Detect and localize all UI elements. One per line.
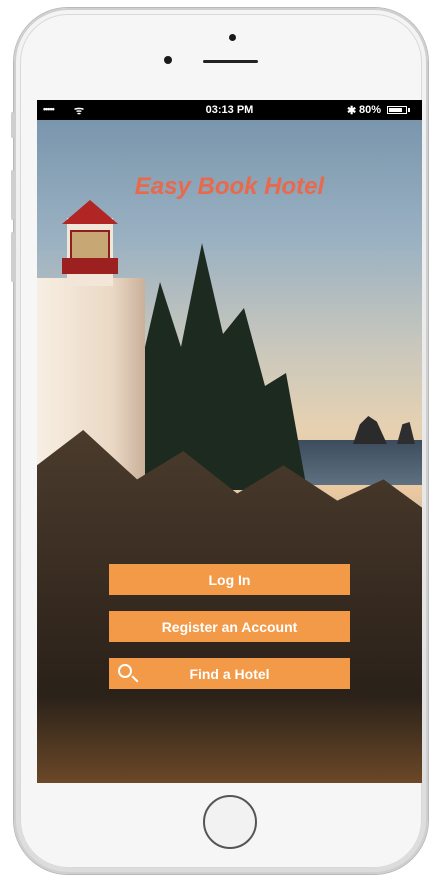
register-button[interactable]: Register an Account	[109, 611, 350, 642]
lighthouse-lamp	[70, 230, 110, 260]
volume-down-button	[11, 232, 14, 282]
battery-icon	[387, 106, 407, 114]
battery-percent: 80%	[359, 104, 382, 116]
front-camera	[229, 34, 236, 41]
login-button[interactable]: Log In	[109, 564, 350, 595]
volume-up-button	[11, 170, 14, 220]
search-icon	[118, 664, 132, 678]
bluetooth-icon: ✱	[347, 105, 357, 117]
register-button-label: Register an Account	[161, 619, 298, 635]
find-hotel-button-label: Find a Hotel	[189, 666, 270, 682]
mute-switch	[11, 112, 14, 138]
status-bar: ••••• ᯤ 03:13 PM ✱ 80%	[37, 100, 422, 120]
home-button[interactable]	[203, 795, 257, 849]
lighthouse-gallery	[62, 258, 118, 274]
login-button-label: Log In	[208, 572, 251, 588]
battery-fill	[389, 108, 402, 112]
battery-tip	[408, 108, 410, 112]
background-image: Easy Book Hotel Log In Register an Accou…	[37, 120, 422, 783]
sea-stack	[397, 422, 415, 444]
app-title: Easy Book Hotel	[134, 173, 325, 200]
find-hotel-button[interactable]: Find a Hotel	[109, 658, 350, 689]
sea-stack	[353, 416, 387, 444]
earpiece-speaker	[203, 60, 258, 63]
lighthouse-roof	[62, 200, 118, 224]
proximity-sensor	[164, 56, 172, 64]
screen: ••••• ᯤ 03:13 PM ✱ 80% Easy Book Hotel L…	[37, 100, 422, 783]
